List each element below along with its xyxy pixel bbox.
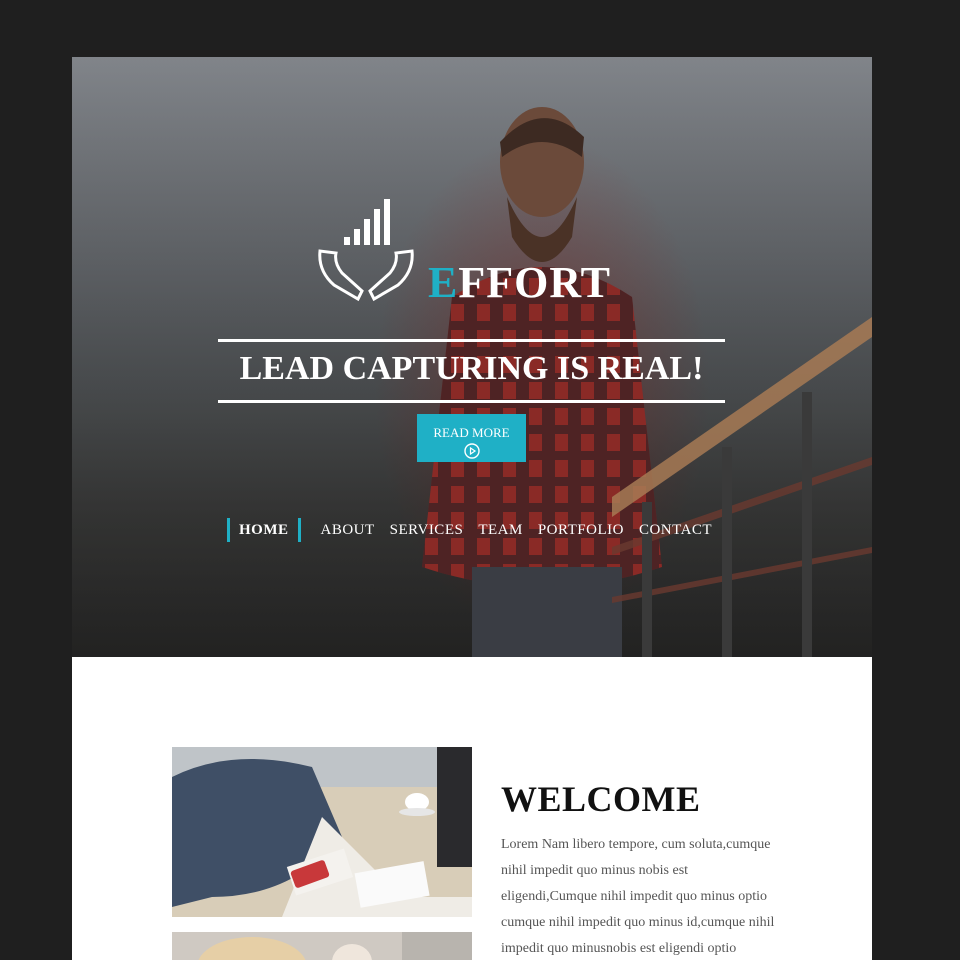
brand-logo[interactable]: EFFORT — [316, 199, 636, 309]
nav-item-services[interactable]: SERVICES — [390, 522, 464, 539]
page-container: EFFORT LEAD CAPTURING IS REAL! READ MORE… — [72, 57, 872, 960]
hands-with-bar-chart-icon — [318, 199, 414, 302]
team-photo — [172, 932, 472, 960]
hero-banner: EFFORT LEAD CAPTURING IS REAL! READ MORE… — [72, 57, 872, 657]
nav-item-about[interactable]: ABOUT — [321, 522, 375, 539]
business-meeting-photo — [172, 747, 472, 917]
brand-rest: FFORT — [458, 258, 611, 307]
play-circle-icon — [463, 442, 480, 459]
nav-item-home[interactable]: HOME — [227, 518, 301, 542]
nav-item-portfolio[interactable]: PORTFOLIO — [538, 522, 624, 539]
read-more-label: READ MORE — [433, 424, 510, 440]
read-more-button[interactable]: READ MORE — [417, 414, 526, 462]
welcome-text: Lorem Nam libero tempore, cum soluta,cum… — [501, 837, 775, 956]
hero-tagline: LEAD CAPTURING IS REAL! — [218, 339, 725, 403]
brand-initial: E — [428, 258, 459, 307]
nav-item-contact[interactable]: CONTACT — [639, 522, 712, 539]
welcome-section: WELCOME Lorem Nam libero tempore, cum so… — [72, 657, 872, 960]
brand-name: EFFORT — [428, 257, 611, 308]
nav-item-team[interactable]: TEAM — [478, 522, 523, 539]
welcome-heading: WELCOME — [501, 779, 701, 819]
main-nav: HOME ABOUT SERVICES TEAM PORTFOLIO CONTA… — [227, 518, 727, 542]
hero-tagline-text: LEAD CAPTURING IS REAL! — [239, 350, 704, 387]
